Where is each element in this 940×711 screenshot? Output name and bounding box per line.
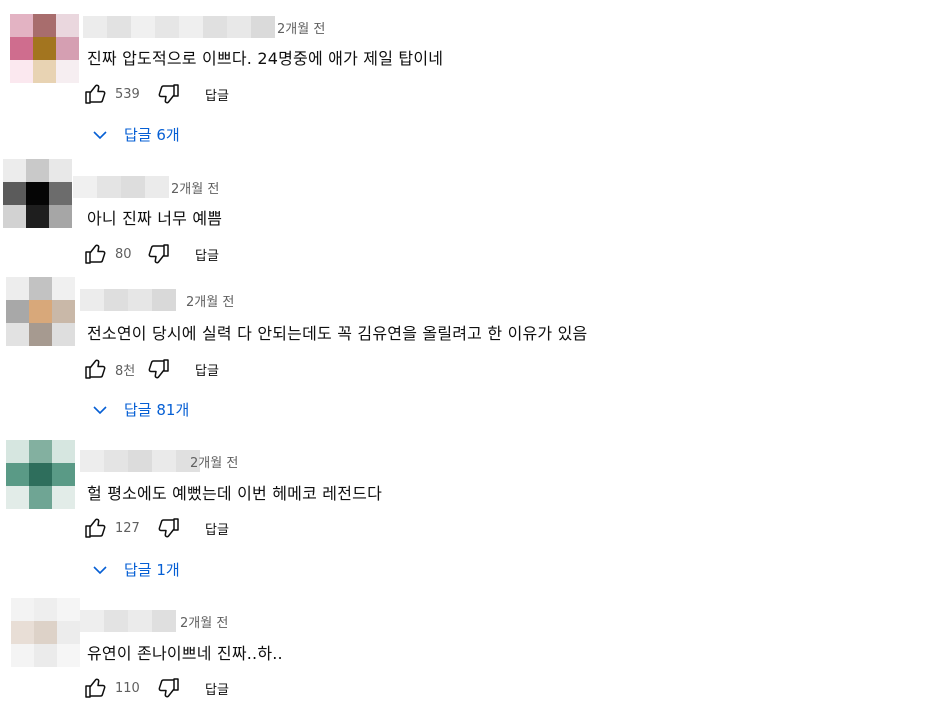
comment-text: 유연이 존나이쁘네 진짜..하.. xyxy=(87,644,283,663)
author-name-redacted[interactable] xyxy=(80,289,176,311)
comment-text: 아니 진짜 너무 예쁨 xyxy=(87,209,223,228)
comment-text: 진짜 압도적으로 이쁘다. 24명중에 애가 제일 탑이네 xyxy=(87,49,444,68)
author-name-redacted[interactable] xyxy=(80,610,176,632)
like-count: 110 xyxy=(115,680,140,696)
comment-time[interactable]: 2개월 전 xyxy=(190,452,238,471)
author-name-redacted[interactable] xyxy=(80,450,200,472)
reply-button[interactable]: 답글 xyxy=(195,245,219,264)
avatar[interactable] xyxy=(6,440,75,509)
thumbs-up-icon[interactable] xyxy=(83,356,109,382)
avatar[interactable] xyxy=(10,14,79,83)
thumbs-down-icon[interactable] xyxy=(145,241,171,267)
replies-count: 답글 6개 xyxy=(124,126,180,144)
reply-button[interactable]: 답글 xyxy=(205,519,229,538)
avatar[interactable] xyxy=(6,277,75,346)
thumbs-down-icon[interactable] xyxy=(145,356,171,382)
like-count: 539 xyxy=(115,86,140,102)
thumbs-down-icon[interactable] xyxy=(155,81,181,107)
thumbs-down-icon[interactable] xyxy=(155,675,181,701)
thumbs-up-icon[interactable] xyxy=(83,81,109,107)
comment-time[interactable]: 2개월 전 xyxy=(171,178,219,197)
comment-time[interactable]: 2개월 전 xyxy=(186,291,234,310)
replies-count: 답글 1개 xyxy=(124,561,180,579)
avatar[interactable] xyxy=(11,598,80,667)
thumbs-up-icon[interactable] xyxy=(83,675,109,701)
reply-button[interactable]: 답글 xyxy=(205,679,229,698)
thumbs-up-icon[interactable] xyxy=(83,241,109,267)
replies-count: 답글 81개 xyxy=(124,401,190,419)
reply-button[interactable]: 답글 xyxy=(205,85,229,104)
chevron-down-icon xyxy=(92,127,108,143)
chevron-down-icon xyxy=(92,402,108,418)
like-count: 127 xyxy=(115,520,140,536)
comment-time[interactable]: 2개월 전 xyxy=(277,18,325,37)
author-name-redacted[interactable] xyxy=(83,16,275,38)
view-replies-button[interactable]: 답글 6개 xyxy=(92,124,180,145)
thumbs-down-icon[interactable] xyxy=(155,515,181,541)
comment-time[interactable]: 2개월 전 xyxy=(180,612,228,631)
view-replies-button[interactable]: 답글 81개 xyxy=(92,399,189,420)
reply-button[interactable]: 답글 xyxy=(195,360,219,379)
comment-text: 헐 평소에도 예뻤는데 이번 헤메코 레전드다 xyxy=(87,484,382,503)
comment-text: 전소연이 당시에 실력 다 안되는데도 꼭 김유연을 올릴려고 한 이유가 있음 xyxy=(87,324,588,343)
chevron-down-icon xyxy=(92,562,108,578)
thumbs-up-icon[interactable] xyxy=(83,515,109,541)
view-replies-button[interactable]: 답글 1개 xyxy=(92,559,180,580)
avatar[interactable] xyxy=(3,159,72,228)
author-name-redacted[interactable] xyxy=(73,176,169,198)
